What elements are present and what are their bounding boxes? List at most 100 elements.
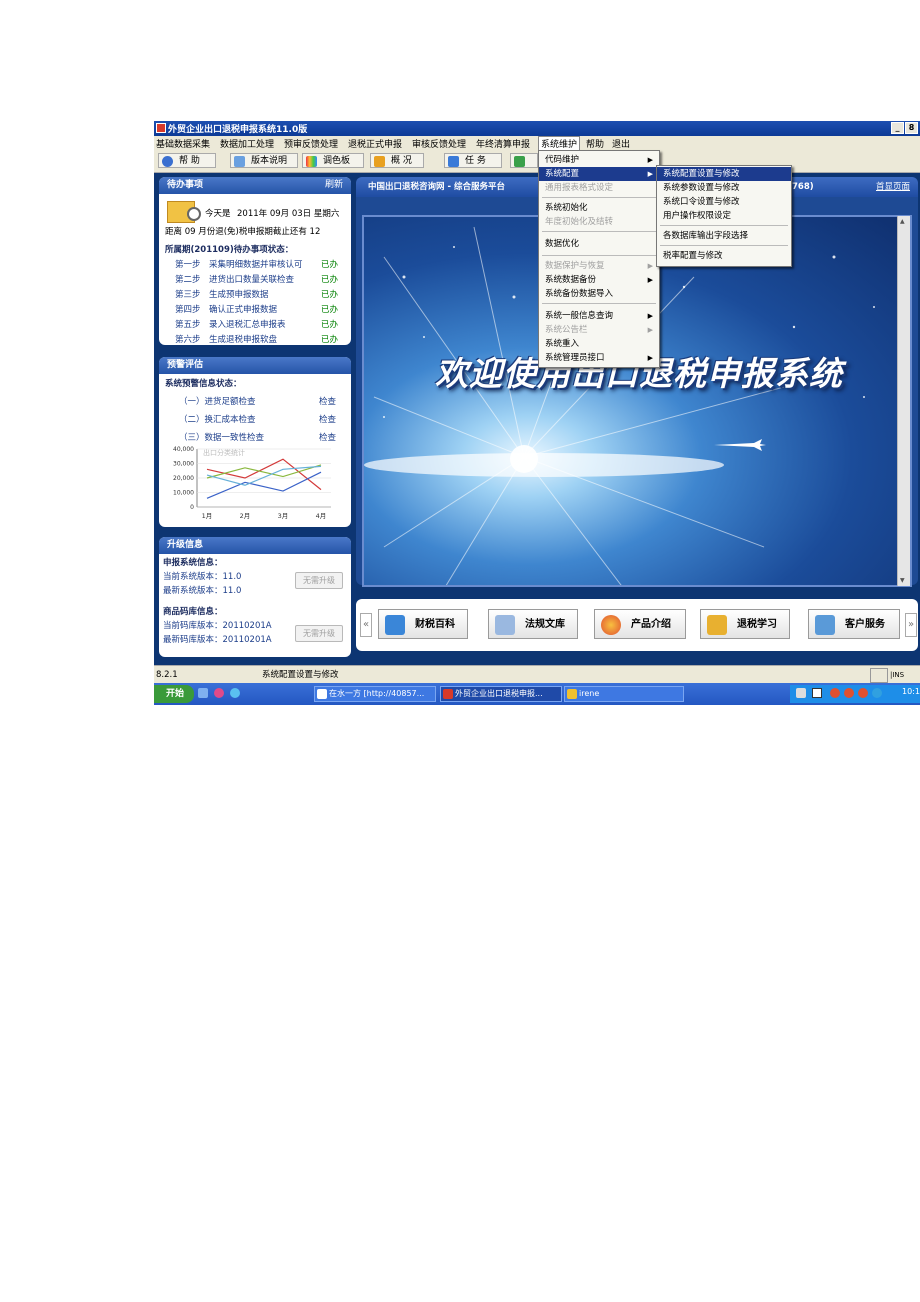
submenu-item-password-setting[interactable]: 系统口令设置与修改 xyxy=(657,195,791,209)
submenu-item-output-fields[interactable]: 各数据库输出字段选择 xyxy=(657,229,791,243)
service-icon xyxy=(815,615,835,635)
home-link[interactable]: 首显页面 xyxy=(876,177,910,197)
step-text[interactable]: 进货出口数量关联检查 xyxy=(209,273,294,285)
qq-icon[interactable] xyxy=(844,688,854,698)
step-label: 第一步 xyxy=(175,260,201,270)
left-panels: 待办事项 刷新 今天是 2011年 09月 03日 星期六 距离 09 月份退(… xyxy=(159,177,351,657)
minimize-button[interactable]: _ xyxy=(891,122,904,134)
check-link[interactable]: 检查 xyxy=(319,395,336,407)
step-status: 已办 xyxy=(321,290,339,300)
product-intro-label: 产品介绍 xyxy=(631,619,671,630)
law-library-button[interactable]: 法规文库 xyxy=(488,609,578,639)
submenu-arrow-icon: ▶ xyxy=(647,276,653,284)
tax-encyclopedia-button[interactable]: 财税百科 xyxy=(378,609,468,639)
menu-item-label: 数据优化 xyxy=(545,239,580,249)
customer-service-button[interactable]: 客户服务 xyxy=(808,609,900,639)
today-prefix: 今天是 xyxy=(205,209,231,219)
db-upgrade-button[interactable]: 无需升级 xyxy=(295,625,343,642)
sys-info-title: 申报系统信息： xyxy=(163,558,223,568)
submenu-item-tax-rate[interactable]: 税率配置与修改 xyxy=(657,249,791,263)
overview-button[interactable]: 概 况 xyxy=(370,153,424,168)
todo-panel: 待办事项 刷新 今天是 2011年 09月 03日 星期六 距离 09 月份退(… xyxy=(159,177,351,345)
keyboard-icon[interactable] xyxy=(796,688,806,698)
window-title: 外贸企业出口退税申报系统11.0版 xyxy=(168,125,308,135)
scroll-up-icon[interactable]: ▲ xyxy=(900,218,905,225)
task-button[interactable]: 任 务 xyxy=(444,153,502,168)
prev-arrow[interactable]: « xyxy=(360,613,372,637)
step-text[interactable]: 生成退税申报软盘 xyxy=(209,333,277,345)
tax-learning-button[interactable]: 退税学习 xyxy=(700,609,790,639)
y-tick-label: 20,000 xyxy=(173,475,194,482)
menu-basic-data[interactable]: 基础数据采集 xyxy=(156,137,210,150)
check-link[interactable]: 检查 xyxy=(319,413,336,425)
banner-scrollbar[interactable]: ▲ ▼ xyxy=(897,216,910,586)
check-link[interactable]: 检查 xyxy=(319,431,336,443)
user-icon xyxy=(567,689,577,699)
qq-icon[interactable] xyxy=(830,688,840,698)
warning-item-label: （一）进货足额检查 xyxy=(179,397,256,407)
start-button[interactable]: 开始 xyxy=(154,685,194,703)
menu-help[interactable]: 帮助 xyxy=(586,137,604,150)
menu-year-end[interactable]: 年终清算申报 xyxy=(476,137,530,150)
ie-icon[interactable] xyxy=(230,688,240,698)
refresh-link[interactable]: 刷新 xyxy=(325,177,343,194)
desktop-icon[interactable] xyxy=(198,688,208,698)
status-text: 系统配置设置与修改 xyxy=(262,670,339,680)
task-label: 任 务 xyxy=(465,156,486,166)
taskbar: 开始 在水一方 [http://40857... 外贸企业出口退税申报... i… xyxy=(154,683,920,705)
next-arrow[interactable]: » xyxy=(905,613,917,637)
network-tray-icon[interactable] xyxy=(872,688,882,698)
menu-item-code-maintenance[interactable]: 代码维护 ▶ xyxy=(539,153,659,167)
warning-header: 预警评估 xyxy=(159,357,351,374)
version-button[interactable]: 版本说明 xyxy=(230,153,298,168)
current-db-version: 当前码库版本：20110201A xyxy=(163,621,272,631)
sys-upgrade-button[interactable]: 无需升级 xyxy=(295,572,343,589)
menu-item-backup-import[interactable]: 系统备份数据导入 xyxy=(539,287,659,301)
palette-button[interactable]: 调色板 xyxy=(302,153,364,168)
step-text[interactable]: 采集明细数据并审核认可 xyxy=(209,258,303,270)
scroll-down-icon[interactable]: ▼ xyxy=(900,577,905,584)
menu-exit[interactable]: 退出 xyxy=(612,137,630,150)
step-text[interactable]: 录入退税汇总申报表 xyxy=(209,318,286,330)
menu-item-system-init[interactable]: 系统初始化 xyxy=(539,201,659,215)
step-text[interactable]: 确认正式申报数据 xyxy=(209,303,277,315)
menu-item-label: 系统初始化 xyxy=(545,203,588,213)
menu-item-system-config[interactable]: 系统配置 ▶ xyxy=(539,167,659,181)
menu-item-admin-interface[interactable]: 系统管理员接口 ▶ xyxy=(539,351,659,365)
help-button[interactable]: 帮 助 xyxy=(158,153,216,168)
menu-separator xyxy=(660,225,788,226)
menu-separator xyxy=(542,255,656,256)
menu-item-data-backup[interactable]: 系统数据备份 ▶ xyxy=(539,273,659,287)
taskbar-item-tax-app[interactable]: 外贸企业出口退税申报... xyxy=(440,686,562,702)
menu-item-system-reenter[interactable]: 系统重入 xyxy=(539,337,659,351)
maximize-button[interactable]: 8 xyxy=(905,122,918,134)
menu-item-data-optimize[interactable]: 数据优化 xyxy=(539,237,659,251)
submenu-item-param-setting[interactable]: 系统参数设置与修改 xyxy=(657,181,791,195)
x-tick-label: 2月 xyxy=(240,512,251,520)
latest-sys-version: 最新系统版本：11.0 xyxy=(163,586,242,596)
submenu-item-label: 各数据库输出字段选择 xyxy=(663,231,749,241)
qq-icon[interactable] xyxy=(858,688,868,698)
menu-audit-feedback[interactable]: 审核反馈处理 xyxy=(412,137,466,150)
taskbar-item-irene[interactable]: irene xyxy=(564,686,684,702)
menu-system-maintenance[interactable]: 系统维护 xyxy=(538,136,581,151)
menu-formal-declare[interactable]: 退税正式申报 xyxy=(348,137,402,150)
menu-item-info-query[interactable]: 系统一般信息查询 ▶ xyxy=(539,309,659,323)
menu-separator xyxy=(542,303,656,304)
help-tray-icon[interactable] xyxy=(812,688,822,698)
menu-item-label: 通用报表格式设定 xyxy=(545,183,614,193)
submenu-item-label: 系统配置设置与修改 xyxy=(663,169,740,179)
menu-item-label: 系统管理员接口 xyxy=(545,353,605,363)
quicklaunch-icon[interactable] xyxy=(214,688,224,698)
menu-pre-review[interactable]: 预审反馈处理 xyxy=(284,137,338,150)
taskbar-item-browser[interactable]: 在水一方 [http://40857... xyxy=(314,686,436,702)
menu-data-processing[interactable]: 数据加工处理 xyxy=(220,137,274,150)
product-intro-button[interactable]: 产品介绍 xyxy=(594,609,686,639)
step-text[interactable]: 生成预申报数据 xyxy=(209,288,269,300)
status-bar: 8.2.1 系统配置设置与修改 |INS xyxy=(154,665,920,684)
submenu-item-config-setting[interactable]: 系统配置设置与修改 xyxy=(657,167,791,181)
submenu-arrow-icon: ▶ xyxy=(647,262,653,270)
flag-icon xyxy=(448,156,459,167)
extra-tool-button[interactable] xyxy=(510,153,538,168)
submenu-item-permission[interactable]: 用户操作权限设定 xyxy=(657,209,791,223)
